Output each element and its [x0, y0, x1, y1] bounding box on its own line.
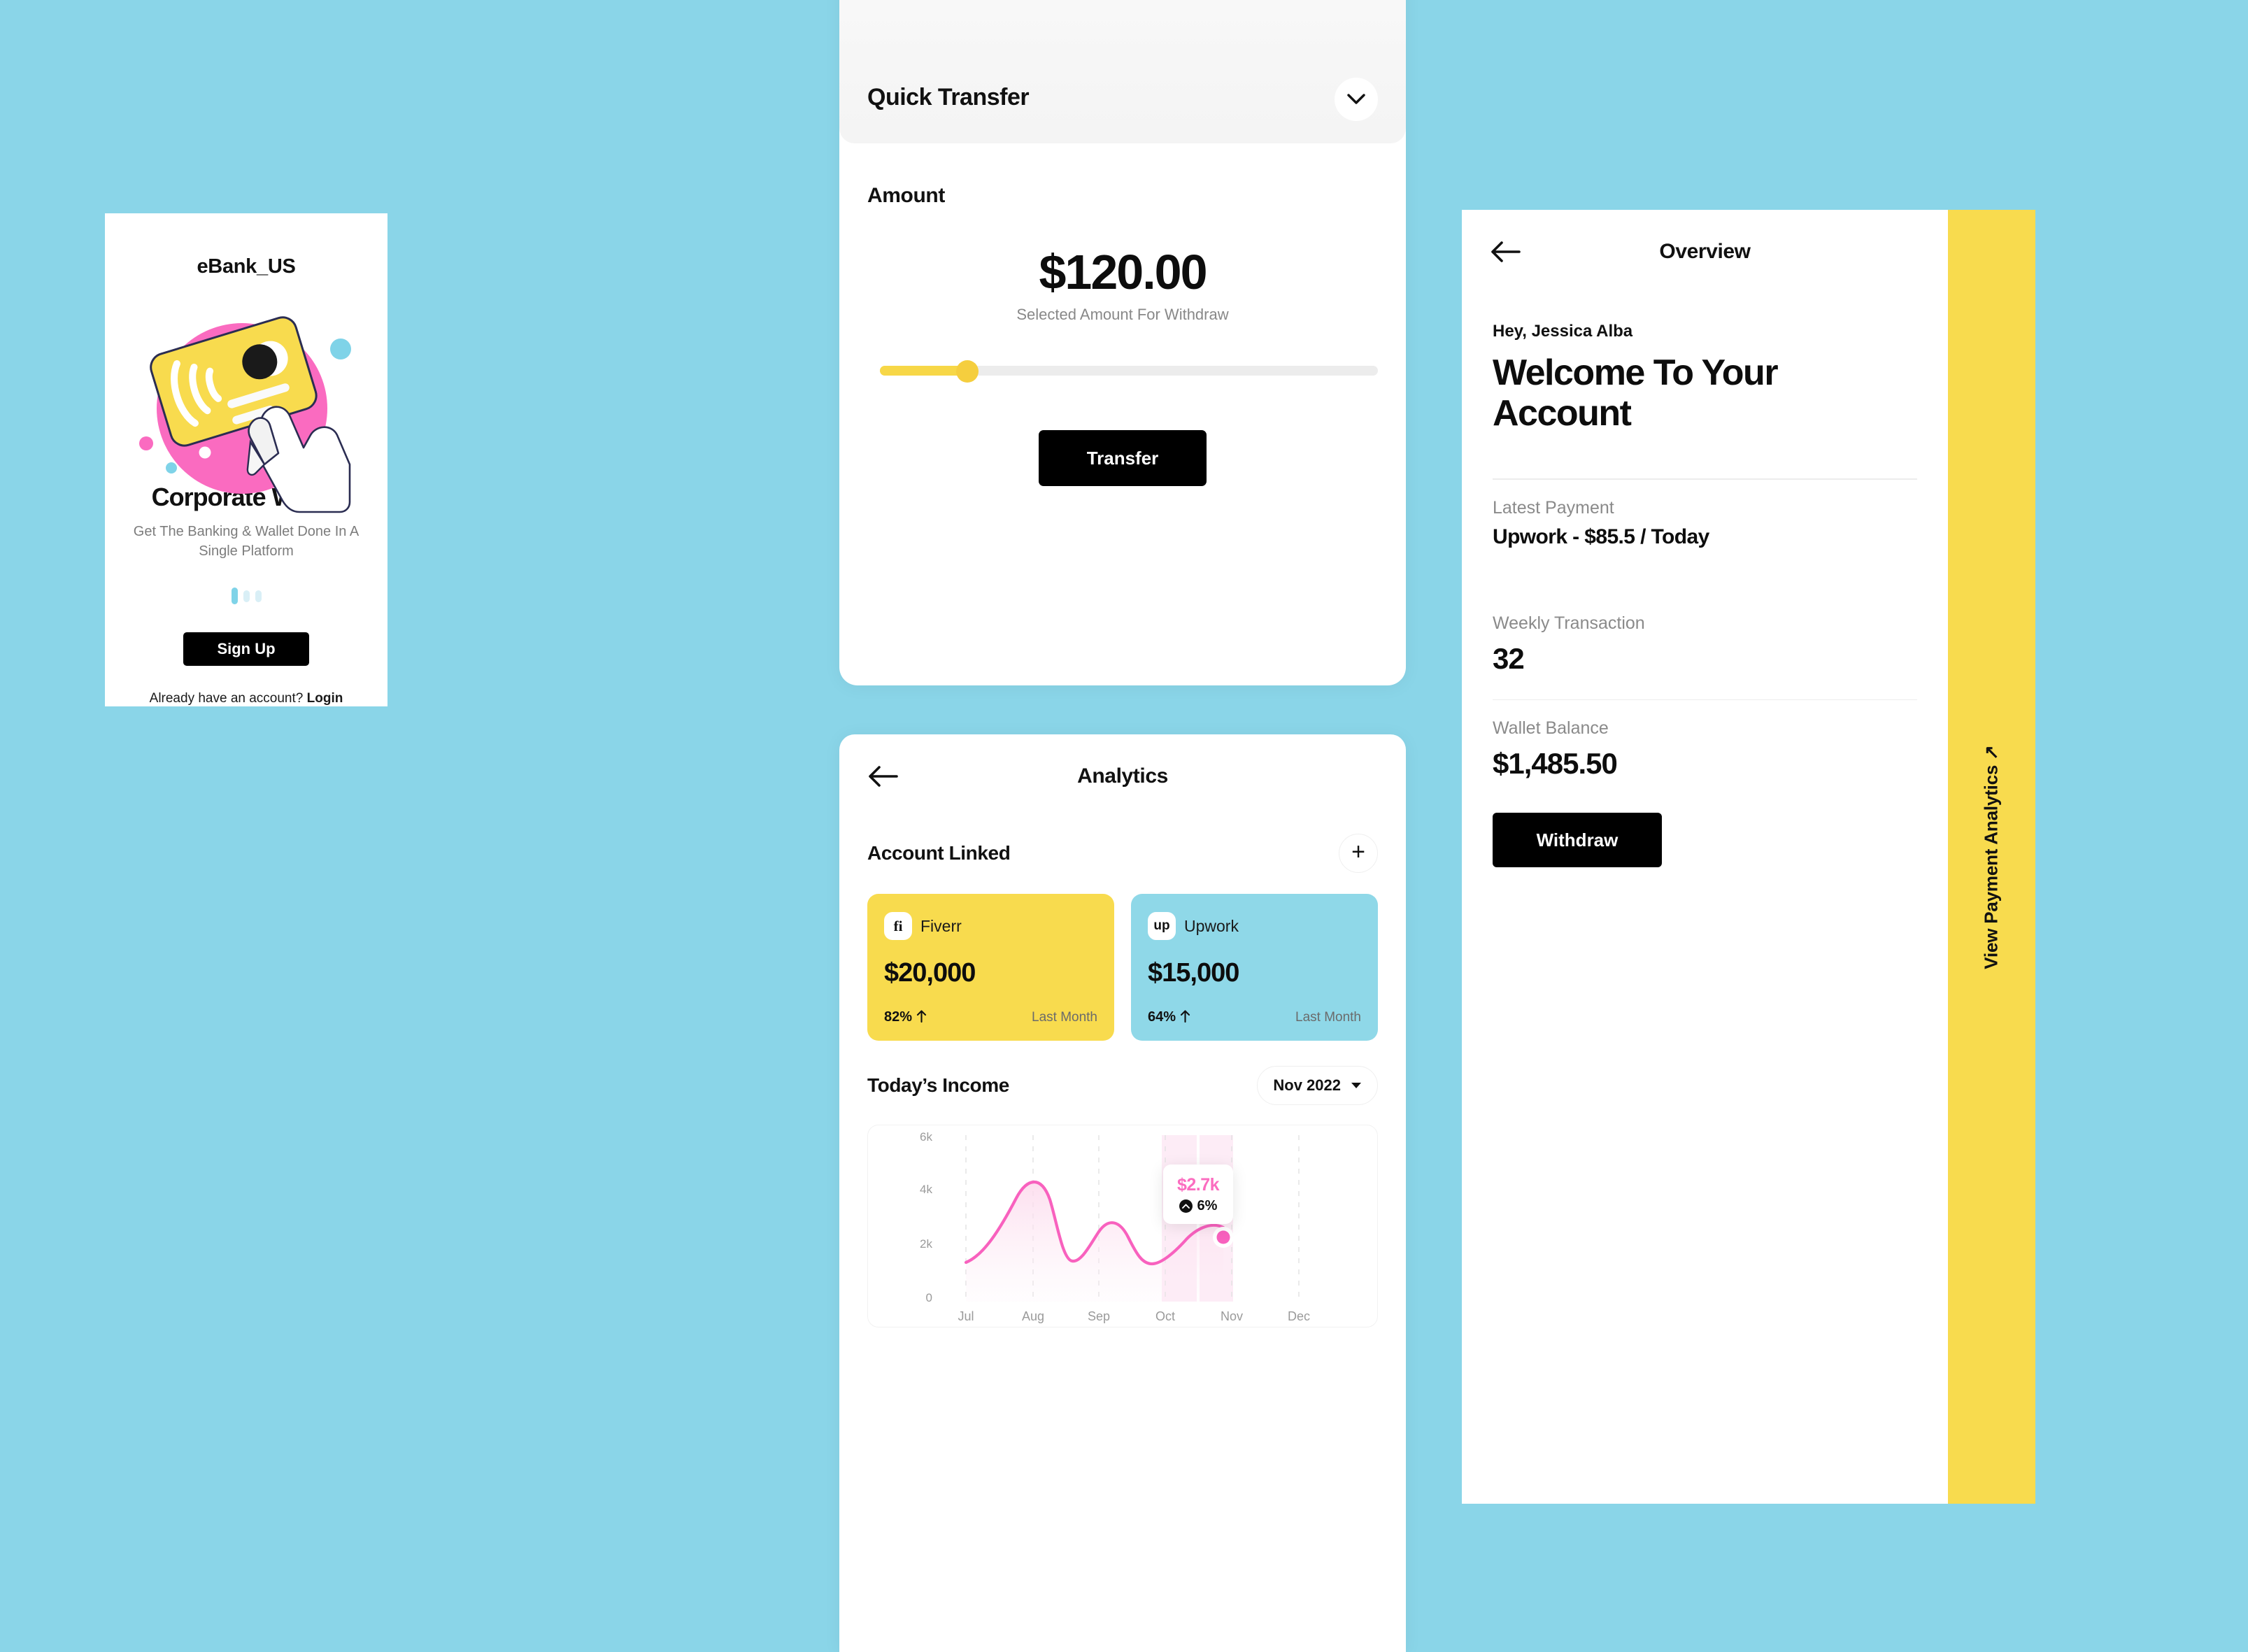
transfer-button[interactable]: Transfer — [1039, 430, 1207, 486]
plus-icon[interactable]: + — [1339, 834, 1378, 873]
svg-text:Jul: Jul — [958, 1309, 974, 1323]
account-card-footer: 64% Last Month — [1148, 1009, 1361, 1025]
stat-label: Latest Payment — [1493, 497, 1614, 518]
svg-text:Sep: Sep — [1088, 1309, 1110, 1323]
svg-text:Nov: Nov — [1221, 1309, 1243, 1323]
income-header-row: Today’s Income Nov 2022 — [839, 1041, 1406, 1105]
svg-text:Aug: Aug — [1022, 1309, 1044, 1323]
income-chart[interactable]: 6k 4k 2k 0 Jul Aug Sep Oct Nov Dec $2.7k… — [867, 1125, 1378, 1327]
account-card-upwork[interactable]: up Upwork $15,000 64% Last Month — [1131, 894, 1378, 1041]
account-card-header: fi Fiverr — [884, 912, 1097, 940]
stat-value: $1,485.50 — [1493, 747, 1618, 781]
pagination-dots[interactable] — [231, 588, 262, 604]
account-linked-label: Account Linked — [867, 842, 1011, 864]
month-select-value: Nov 2022 — [1273, 1076, 1341, 1094]
chart-tooltip-value: $2.7k — [1176, 1174, 1220, 1195]
fiverr-icon: fi — [884, 912, 912, 940]
svg-text:6k: 6k — [920, 1130, 932, 1144]
login-prompt-row: Already have an account? Login — [150, 691, 343, 706]
overview-nav-bar: Overview — [1462, 210, 1948, 294]
amount-value: $120.00 — [1039, 245, 1207, 299]
overview-screen: Overview Hey, Jessica Alba Welcome To Yo… — [1462, 210, 1948, 1504]
pager-dot-2[interactable] — [243, 590, 250, 602]
overview-title: Overview — [1659, 240, 1751, 263]
chevron-down-icon[interactable] — [1335, 78, 1378, 121]
onboarding-screen: eBank_US Corporate Wallet Get The Bankin… — [105, 213, 387, 706]
contactless-card-in-hand-illustration — [127, 298, 365, 513]
quick-transfer-card: Quick Transfer Amount $120.00 Selected A… — [839, 0, 1406, 685]
analytics-title: Analytics — [1077, 764, 1168, 788]
view-payment-analytics-label: View Payment Analytics ↗ — [1981, 744, 2002, 969]
upwork-icon: up — [1148, 912, 1176, 940]
svg-text:Dec: Dec — [1288, 1309, 1310, 1323]
greeting-text: Hey, Jessica Alba — [1493, 322, 1633, 341]
stat-wallet-balance: Wallet Balance $1,485.50 — [1493, 699, 1917, 781]
stat-weekly-transaction: Weekly Transaction 32 — [1493, 613, 1917, 676]
arrow-left-icon[interactable] — [867, 764, 898, 788]
divider — [1493, 478, 1917, 480]
income-title: Today’s Income — [867, 1074, 1009, 1096]
login-link[interactable]: Login — [307, 691, 343, 706]
account-delta: 82% — [884, 1009, 927, 1025]
chevron-down-glyph — [1347, 94, 1365, 104]
amount-caption: Selected Amount For Withdraw — [1016, 306, 1229, 323]
withdraw-button[interactable]: Withdraw — [1493, 813, 1662, 868]
pager-dot-1[interactable] — [231, 588, 238, 604]
arrow-up-icon — [916, 1010, 926, 1023]
caret-down-icon — [1351, 1083, 1361, 1088]
account-card-list: fi Fiverr $20,000 82% Last Month up Upwo… — [839, 873, 1406, 1041]
svg-text:0: 0 — [926, 1291, 932, 1304]
account-linked-row: Account Linked + — [839, 818, 1406, 873]
account-delta: 64% — [1148, 1009, 1190, 1025]
account-card-footer: 82% Last Month — [884, 1009, 1097, 1025]
chart-tooltip: $2.7k 6% — [1163, 1165, 1233, 1224]
amount-label: Amount — [867, 184, 945, 207]
stat-label: Wallet Balance — [1493, 718, 1609, 739]
chevron-up-icon — [1179, 1199, 1193, 1213]
month-select[interactable]: Nov 2022 — [1257, 1066, 1378, 1105]
analytics-screen: Analytics Account Linked + fi Fiverr $20… — [839, 734, 1406, 1652]
slider-thumb[interactable] — [956, 360, 979, 383]
stat-value: Upwork - $85.5 / Today — [1493, 525, 1709, 548]
quick-transfer-header: Quick Transfer — [839, 0, 1406, 143]
account-amount: $15,000 — [1148, 958, 1239, 988]
screen-root: eBank_US Corporate Wallet Get The Bankin… — [0, 0, 2248, 1652]
account-name: Upwork — [1184, 916, 1239, 935]
brand-title: eBank_US — [197, 255, 296, 278]
chevron-up-glyph — [1181, 1203, 1190, 1209]
svg-text:Oct: Oct — [1155, 1309, 1175, 1323]
pager-dot-3[interactable] — [255, 590, 262, 602]
analytics-nav-bar: Analytics — [839, 734, 1406, 818]
overview-body: Hey, Jessica Alba Welcome To Your Accoun… — [1462, 322, 1948, 868]
amount-slider[interactable] — [867, 356, 1378, 384]
account-amount: $20,000 — [884, 958, 976, 988]
view-payment-analytics-sidebar[interactable]: View Payment Analytics ↗ — [1948, 210, 2035, 1504]
stat-latest-payment: Latest Payment Upwork - $85.5 / Today — [1493, 478, 1917, 549]
account-period: Last Month — [1295, 1009, 1361, 1025]
stat-value: 32 — [1493, 641, 1525, 675]
divider — [1493, 699, 1917, 701]
income-chart-svg: 6k 4k 2k 0 Jul Aug Sep Oct Nov Dec — [920, 1130, 1310, 1323]
chart-tooltip-change: 6% — [1197, 1197, 1218, 1213]
stat-label: Weekly Transaction — [1493, 613, 1645, 633]
arrow-left-glyph — [1491, 241, 1521, 262]
quick-transfer-body: Amount $120.00 Selected Amount For Withd… — [839, 143, 1406, 486]
account-card-header: up Upwork — [1148, 912, 1361, 940]
arrow-left-glyph — [869, 766, 898, 787]
arrow-up-icon — [1180, 1010, 1190, 1023]
welcome-title: Welcome To Your Account — [1493, 353, 1779, 434]
page-subtitle: Get The Banking & Wallet Done In A Singl… — [133, 524, 360, 559]
chart-tooltip-change-row: 6% — [1179, 1197, 1218, 1214]
account-card-fiverr[interactable]: fi Fiverr $20,000 82% Last Month — [867, 894, 1114, 1041]
account-period: Last Month — [1032, 1009, 1097, 1025]
account-name: Fiverr — [920, 916, 962, 935]
svg-text:2k: 2k — [920, 1237, 932, 1251]
arrow-left-icon[interactable] — [1490, 240, 1521, 264]
quick-transfer-title: Quick Transfer — [867, 84, 1030, 111]
svg-text:4k: 4k — [920, 1183, 932, 1196]
sign-up-button[interactable]: Sign Up — [183, 632, 309, 666]
login-prompt-text: Already have an account? — [149, 691, 307, 706]
